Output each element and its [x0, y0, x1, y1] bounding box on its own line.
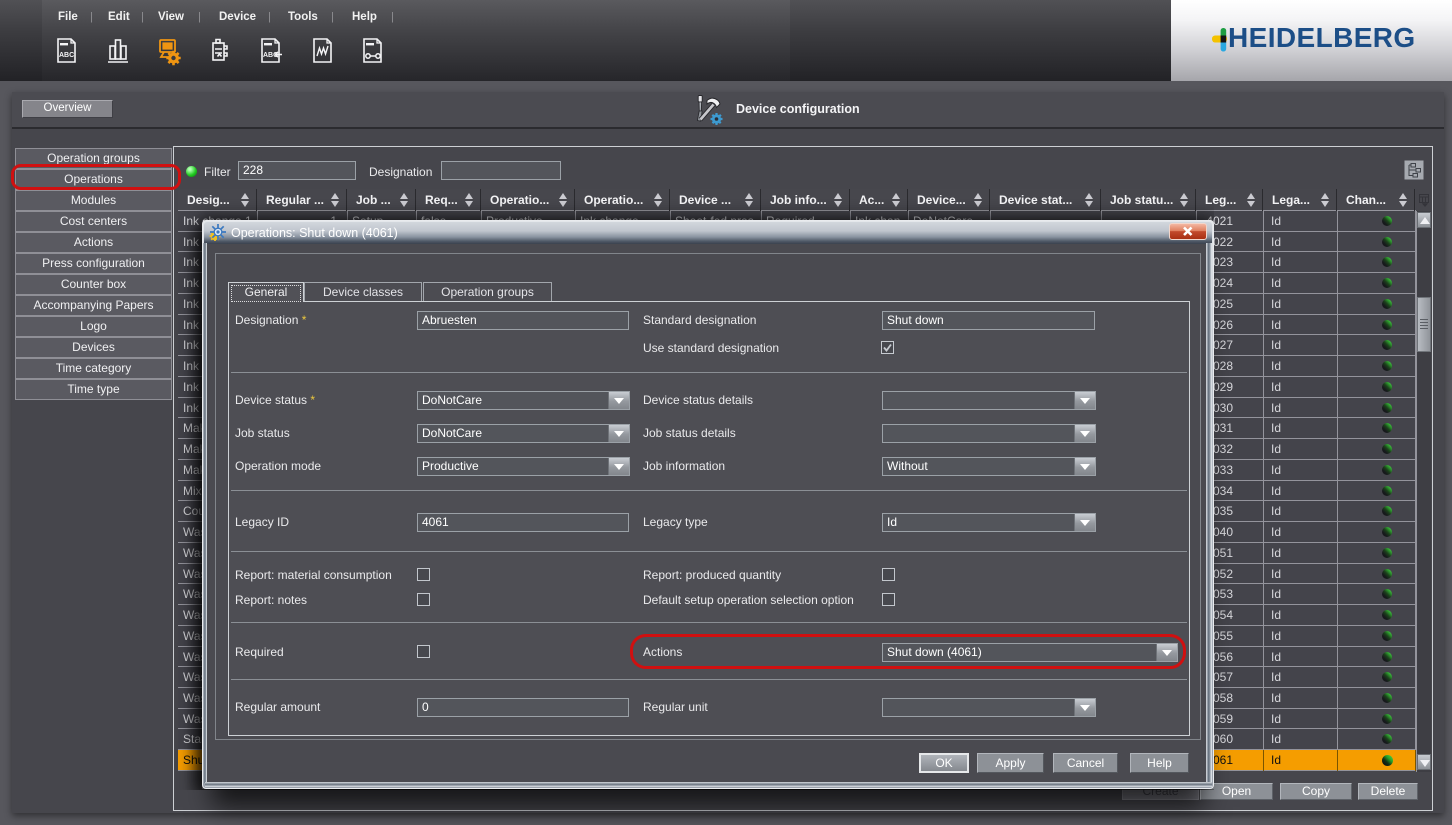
svg-text:ABC: ABC: [59, 52, 74, 59]
